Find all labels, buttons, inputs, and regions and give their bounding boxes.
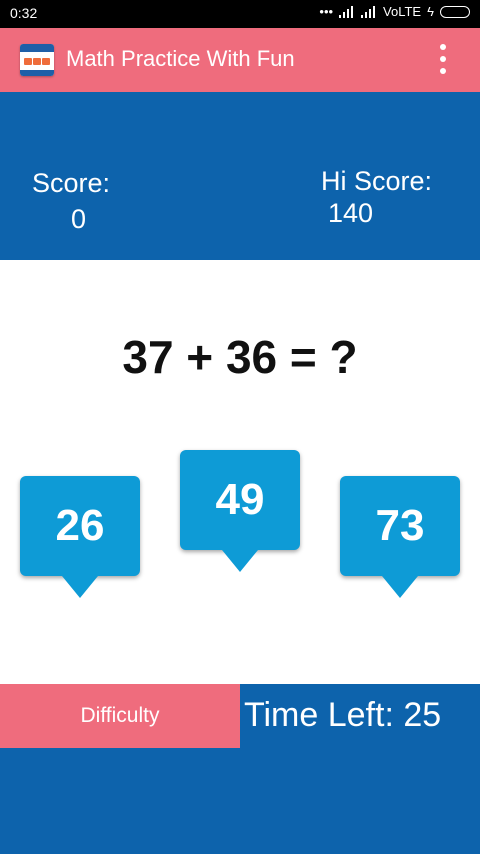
more-dots-icon: ••• [319, 4, 334, 19]
status-bar: 0:32 ••• VoLTE ϟ [0, 0, 480, 28]
signal-strength-icon [339, 5, 355, 18]
hi-score-label: Hi Score: [321, 166, 433, 196]
signal-strength-icon-2 [361, 5, 377, 18]
overflow-menu-icon[interactable] [436, 44, 450, 74]
answer-option-button[interactable]: 26 [20, 476, 140, 598]
score-label: Score: [32, 168, 111, 198]
answer-option-button[interactable]: 49 [180, 450, 300, 572]
battery-icon [440, 5, 470, 18]
time-left-label: Time Left: 25 [244, 696, 442, 734]
score-value: 0 [71, 204, 87, 234]
app-logo-icon [20, 44, 54, 76]
hi-score-value: 140 [328, 198, 374, 228]
app-title: Math Practice With Fun [66, 46, 295, 71]
difficulty-button[interactable]: Difficulty [0, 684, 240, 748]
math-question: 37 + 36 = ? [122, 331, 358, 383]
charging-icon: ϟ [427, 4, 434, 19]
answer-option-button[interactable]: 73 [340, 476, 460, 598]
status-icons: ••• VoLTE ϟ [319, 4, 470, 19]
network-type-label: VoLTE [383, 4, 422, 19]
status-time: 0:32 [10, 5, 38, 21]
